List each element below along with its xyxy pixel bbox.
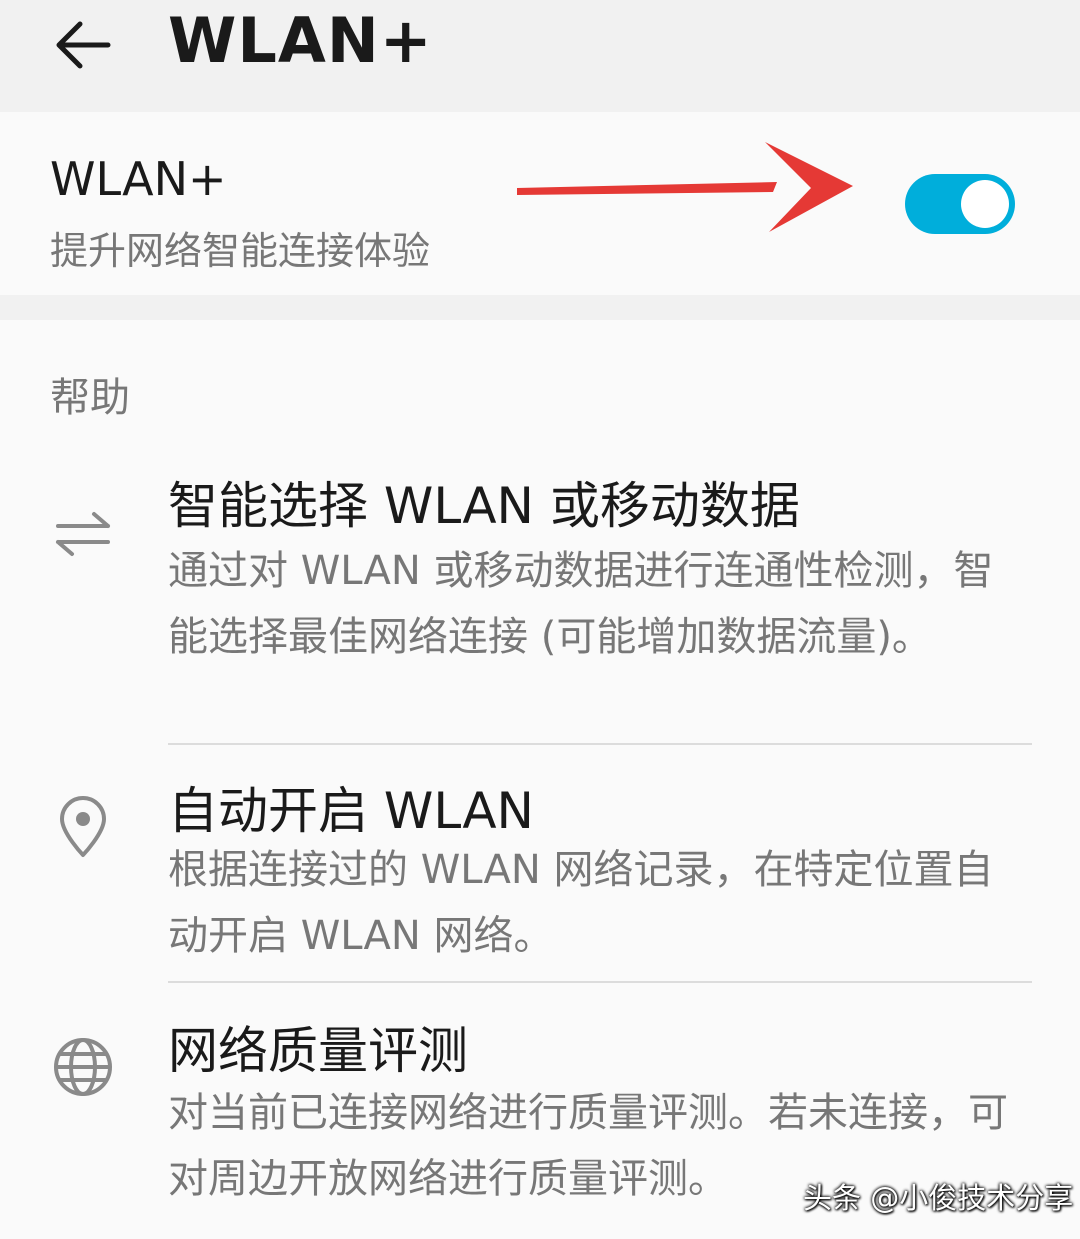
help-item-title: 自动开启 WLAN (168, 782, 534, 840)
help-item-description: 根据连接过的 WLAN 网络记录，在特定位置自动开启 WLAN 网络。 (168, 847, 994, 959)
back-arrow-icon[interactable] (52, 14, 114, 76)
help-item-title: 智能选择 WLAN 或移动数据 (168, 477, 800, 535)
help-item-description: 通过对 WLAN 或移动数据进行连通性检测，智能选择最佳网络连接 (可能增加数据… (168, 548, 994, 660)
help-card: 帮助 智能选择 WLAN 或移动数据 通过对 WLAN 或移动数据进行连通性检测… (0, 320, 1080, 1239)
help-section-heading: 帮助 (50, 375, 130, 421)
page-title: WLAN+ (168, 4, 433, 77)
swap-arrows-icon (50, 500, 116, 566)
divider (168, 743, 1032, 745)
red-annotation-arrow-icon (517, 142, 853, 232)
wlan-plus-title: WLAN+ (50, 152, 227, 206)
divider (168, 981, 1032, 983)
watermark: 头条 @小俊技术分享 (803, 1181, 1074, 1215)
help-item-title: 网络质量评测 (168, 1022, 468, 1080)
wlan-plus-subtitle: 提升网络智能连接体验 (50, 229, 431, 273)
wlan-plus-toggle[interactable] (905, 174, 1015, 234)
globe-icon (50, 1034, 116, 1100)
toggle-knob (961, 180, 1009, 228)
top-app-bar: WLAN+ (0, 0, 1080, 110)
location-pin-icon (50, 795, 116, 861)
